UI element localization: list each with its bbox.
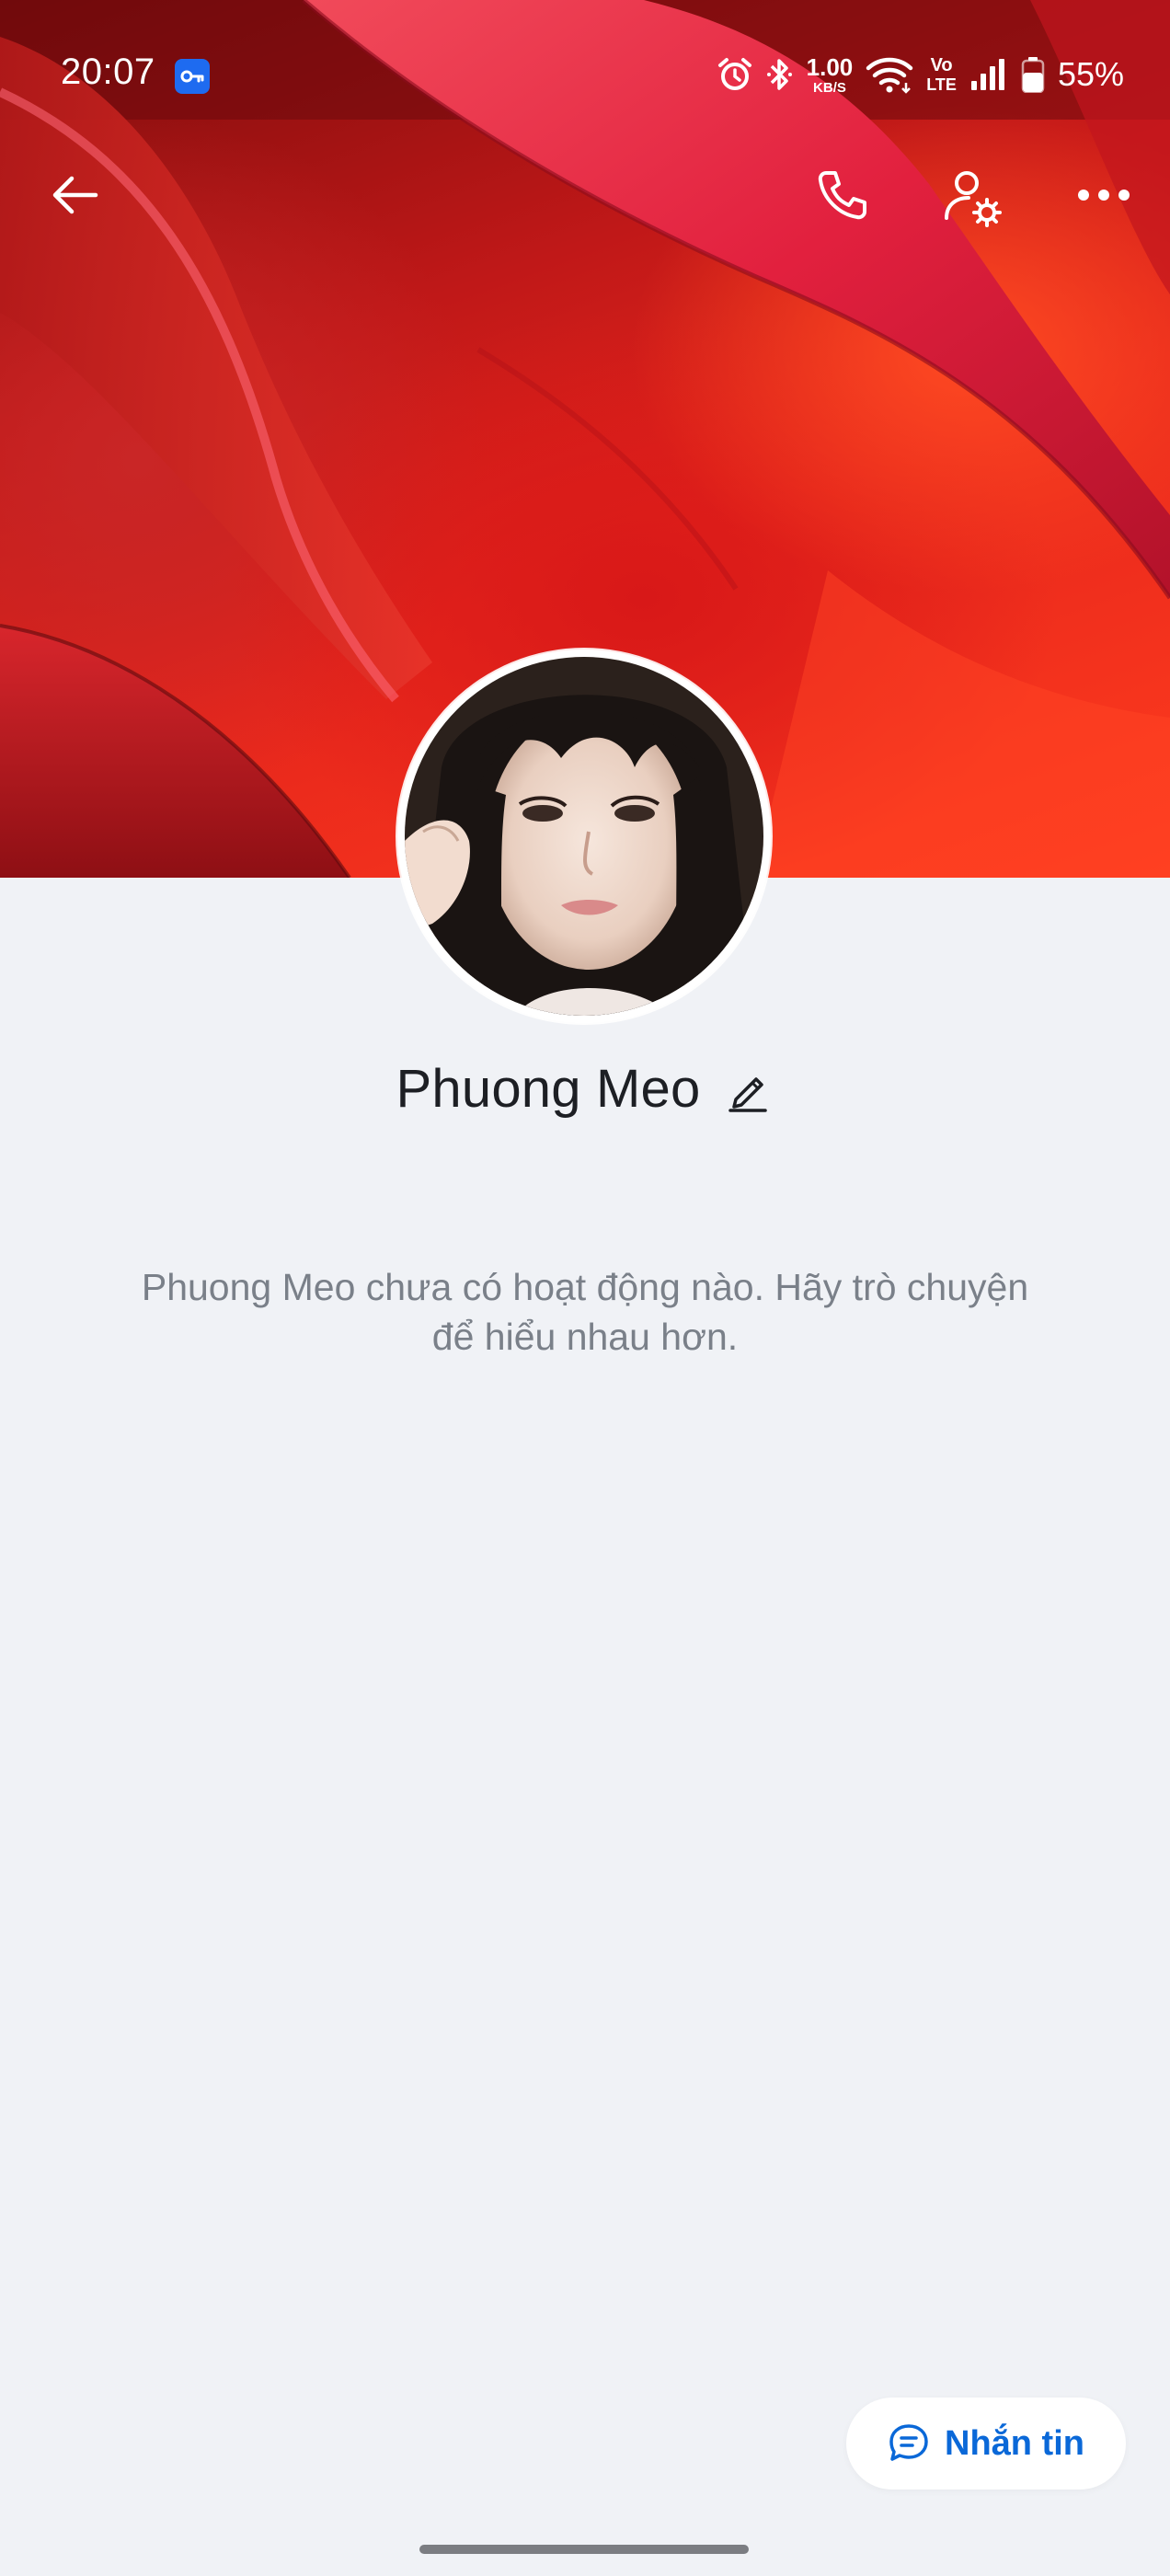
status-time: 20:07 (61, 52, 155, 92)
network-speed-unit: KB/S (813, 79, 846, 96)
message-button-label: Nhắn tin (945, 2423, 1084, 2463)
edit-name-button[interactable] (722, 1064, 774, 1115)
alarm-icon (717, 58, 751, 90)
vpn-key-icon (175, 59, 210, 94)
avatar[interactable] (397, 650, 771, 1023)
more-horizontal-icon (1078, 190, 1130, 201)
pencil-icon (728, 1076, 768, 1112)
message-button[interactable]: Nhắn tin (846, 2398, 1126, 2490)
profile-name: Phuong Meo (396, 1059, 701, 1119)
chat-bubble-icon (889, 2424, 928, 2461)
network-speed: 1.00 KB/S (807, 55, 854, 95)
profile-settings-button[interactable] (927, 153, 1019, 245)
profile-screen: 20:07 1.00 KB/S Vo LTE 55% Phuong Meo Ph… (0, 0, 1170, 2576)
status-icons: 1.00 KB/S Vo LTE 55% (717, 52, 1124, 98)
home-indicator[interactable] (419, 2545, 749, 2554)
profile-name-row: Phuong Meo (0, 1058, 1170, 1120)
empty-activity-message: Phuong Meo chưa có hoạt động nào. Hãy tr… (141, 1266, 1029, 1358)
volte-indicator: Vo LTE (926, 56, 957, 93)
battery-percent: 55% (1057, 55, 1124, 93)
back-arrow-icon (52, 176, 98, 214)
battery-icon (1021, 57, 1045, 93)
more-options-button[interactable] (1058, 149, 1150, 241)
bluetooth-icon (766, 59, 792, 90)
volte-bottom: LTE (926, 75, 957, 94)
user-settings-icon (945, 171, 1002, 227)
avatar-photo (405, 657, 763, 1016)
wifi-icon (866, 57, 913, 94)
call-button[interactable] (797, 149, 889, 241)
status-bar: 20:07 1.00 KB/S Vo LTE 55% (0, 0, 1170, 147)
volte-top: Vo (930, 55, 953, 75)
back-button[interactable] (29, 149, 121, 241)
network-speed-value: 1.00 (806, 52, 854, 81)
signal-icon (970, 59, 1004, 90)
phone-icon (818, 171, 866, 220)
